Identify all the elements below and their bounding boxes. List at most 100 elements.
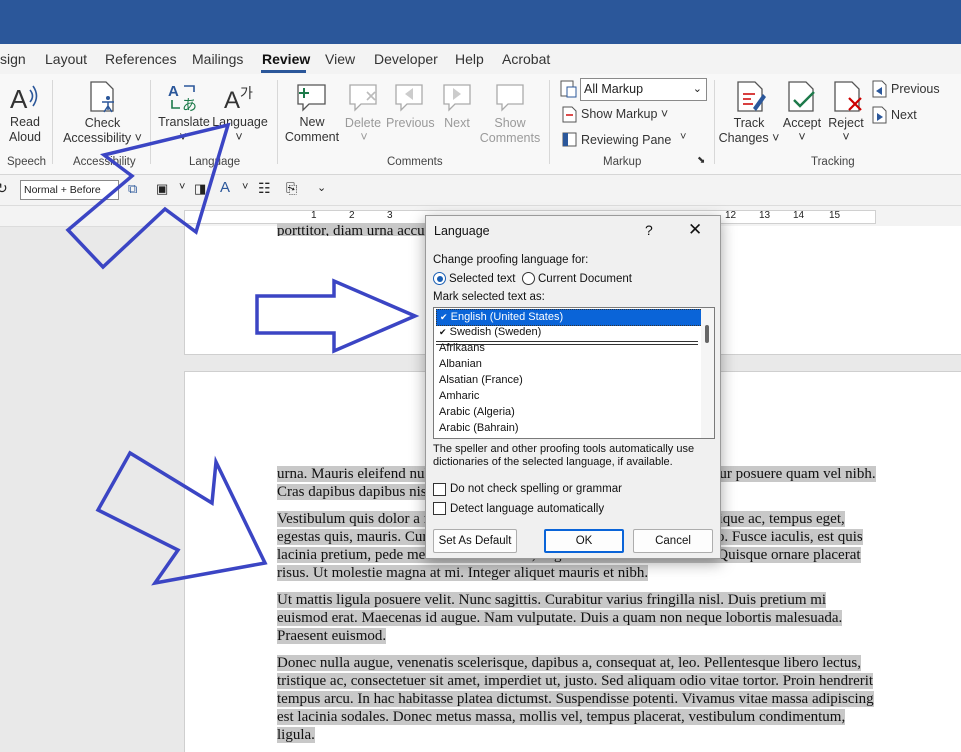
frame-icon[interactable]: ▣ <box>156 181 168 197</box>
ok-button[interactable]: OK <box>544 529 624 553</box>
document-paragraph[interactable]: Donec nulla augue, venenatis scelerisque… <box>277 654 877 744</box>
layer-icon[interactable]: ◨ <box>194 181 206 197</box>
markup-select-value: All Markup <box>584 82 644 96</box>
markup-select[interactable]: All Markup ⌄ <box>580 78 707 101</box>
svg-text:가: 가 <box>240 86 253 102</box>
selected-text-label: Selected text <box>449 273 516 285</box>
cancel-button[interactable]: Cancel <box>633 529 713 553</box>
group-label-speech: Speech <box>7 156 47 168</box>
tab-review[interactable]: Review <box>262 51 310 67</box>
tab-acrobat[interactable]: Acrobat <box>502 51 550 67</box>
tab-layout[interactable]: Layout <box>45 51 87 67</box>
tab-references[interactable]: References <box>105 51 177 67</box>
grid-icon[interactable]: ☷ <box>258 180 271 197</box>
tab-help[interactable]: Help <box>455 51 484 67</box>
previous-comment-button[interactable]: Previous <box>386 116 435 131</box>
document-paragraph[interactable]: Ut mattis ligula posuere velit. Nunc sag… <box>277 591 877 645</box>
chevron-down-icon[interactable]: ˅ <box>179 181 185 193</box>
reject-dropdown-icon[interactable]: ˅ <box>841 130 851 145</box>
accept-button[interactable]: Accept <box>781 116 823 131</box>
read-aloud-label-1: Read <box>10 115 40 129</box>
language-list[interactable]: ✔ English (United States) ✔ Swedish (Swe… <box>433 307 715 439</box>
change-language-label: Change proofing language for: <box>433 254 589 266</box>
show-markup-button[interactable]: Show Markup ˅ <box>581 107 668 121</box>
translate-button[interactable]: Translate <box>158 115 210 130</box>
paragraph-text: Donec nulla augue, venenatis scelerisque… <box>277 655 874 743</box>
reviewing-pane-dropdown-icon[interactable]: ˅ <box>680 131 686 143</box>
active-tab-indicator <box>261 70 306 73</box>
reject-button[interactable]: Reject <box>826 116 866 131</box>
list-item[interactable]: Arabic (Algeria) <box>436 405 701 420</box>
tab-developer[interactable]: Developer <box>374 51 438 67</box>
ruler-mark: 3 <box>387 210 393 221</box>
track-changes-label-1: Track <box>733 116 765 130</box>
read-aloud-button[interactable]: Read Aloud <box>5 115 45 145</box>
detect-language-checkbox[interactable] <box>433 502 446 515</box>
redo-icon[interactable]: ↻ <box>0 180 8 197</box>
previous-change-button[interactable]: Previous <box>891 82 940 96</box>
list-item[interactable]: Amharic <box>436 389 701 404</box>
track-changes-button[interactable]: Track Changes ˅ <box>718 116 780 146</box>
ruler-mark: 12 <box>725 210 737 221</box>
translate-dropdown-icon[interactable]: ˅ <box>178 130 188 145</box>
set-as-default-button[interactable]: Set As Default <box>433 529 517 553</box>
check-accessibility-label-1: Check <box>84 116 121 130</box>
reviewing-pane-icon <box>562 132 577 147</box>
new-comment-button[interactable]: New Comment <box>283 115 341 145</box>
track-changes-label-2: Changes ˅ <box>718 131 780 145</box>
selected-text-radio[interactable] <box>433 272 446 285</box>
list-scrollbar[interactable] <box>701 308 714 438</box>
style-box[interactable]: Normal + Before <box>20 180 119 200</box>
delete-comment-button[interactable]: Delete <box>342 116 384 131</box>
list-item[interactable]: Alsatian (France) <box>436 373 701 388</box>
track-changes-icon <box>737 81 766 112</box>
markup-dialog-launcher-icon[interactable]: ⬊ <box>697 155 705 166</box>
current-document-radio[interactable] <box>522 272 535 285</box>
list-item[interactable]: ✔ Swedish (Sweden) <box>436 325 701 340</box>
new-comment-label-1: New <box>299 115 325 129</box>
current-document-label: Current Document <box>538 273 632 285</box>
ruler-mark: 15 <box>829 210 841 221</box>
list-item[interactable]: Arabic (Bahrain) <box>436 421 701 436</box>
font-size-icon[interactable]: A <box>220 179 230 196</box>
info-text: The speller and other proofing tools aut… <box>433 443 695 468</box>
help-icon[interactable]: ? <box>645 222 653 238</box>
language-button[interactable]: Language <box>212 115 268 130</box>
list-item[interactable]: Albanian <box>436 357 701 372</box>
tab-view[interactable]: View <box>325 51 355 67</box>
reviewing-pane-button[interactable]: Reviewing Pane <box>581 133 671 147</box>
customize-toolbar-icon[interactable]: ⌄ <box>317 181 326 194</box>
check-accessibility-button[interactable]: Check Accessibility ˅ <box>60 116 145 146</box>
text-box-icon[interactable]: ⧉ <box>128 181 137 197</box>
new-comment-label-2: Comment <box>284 130 340 144</box>
mark-selected-label: Mark selected text as: <box>433 291 545 303</box>
paragraph-text: Ut mattis ligula posuere velit. Nunc sag… <box>277 592 843 644</box>
dialog-title: Language <box>434 224 490 238</box>
list-item[interactable]: ✔ English (United States) <box>436 309 703 326</box>
group-label-markup: Markup <box>603 156 642 168</box>
accept-icon <box>788 81 815 112</box>
list-item-label: English (United States) <box>450 311 564 323</box>
svg-text:A: A <box>224 87 240 112</box>
next-change-button[interactable]: Next <box>891 108 917 122</box>
close-icon[interactable]: ✕ <box>688 220 702 240</box>
do-not-check-checkbox[interactable] <box>433 483 446 496</box>
language-dropdown-icon[interactable]: ˅ <box>234 130 244 145</box>
scrollbar-thumb[interactable] <box>705 325 709 343</box>
tab-design[interactable]: sign <box>0 51 26 67</box>
export-icon[interactable]: ⎘ <box>286 180 297 197</box>
svg-text:A: A <box>168 83 179 100</box>
group-label-accessibility: Accessibility <box>73 156 136 168</box>
group-separator <box>52 80 53 164</box>
next-comment-button[interactable]: Next <box>439 116 475 131</box>
show-comments-button[interactable]: Show Comments <box>478 116 542 146</box>
chevron-down-icon[interactable]: ˅ <box>242 181 248 193</box>
accept-dropdown-icon[interactable]: ˅ <box>797 130 807 145</box>
next-change-icon <box>872 106 887 124</box>
title-bar <box>0 0 961 44</box>
reject-icon <box>834 81 862 112</box>
group-separator <box>277 80 278 164</box>
tab-mailings[interactable]: Mailings <box>192 51 243 67</box>
list-item[interactable]: Afrikaans <box>436 341 701 356</box>
delete-dropdown-icon[interactable]: ˅ <box>359 130 369 145</box>
